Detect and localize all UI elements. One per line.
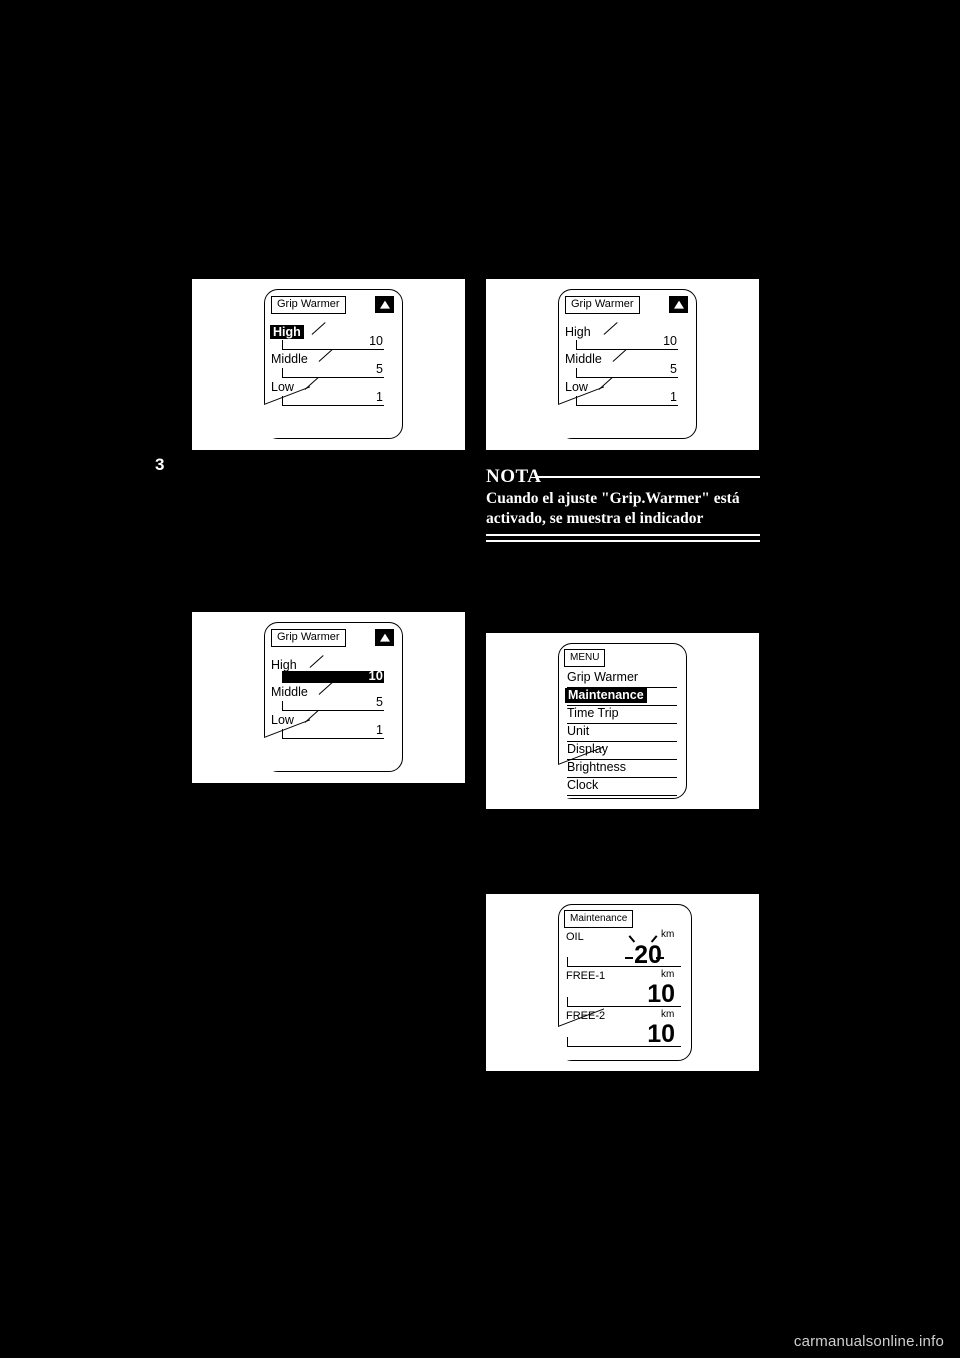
up-triangle-icon <box>669 296 688 313</box>
footer-watermark: carmanualsonline.info <box>793 1333 944 1350</box>
lcd-screen-grip-warmer-bar: Grip Warmer High 10 Middle 5 Low 1 <box>264 622 403 772</box>
row-unit-oil: km <box>661 929 675 940</box>
note-heading-rule <box>536 476 760 478</box>
figure-grip-warmer-plain: Grip Warmer High 10 Middle 5 Low 1 <box>486 279 759 450</box>
menu-item-maintenance[interactable]: Maintenance <box>565 688 647 703</box>
note-bottom-rule-1 <box>486 534 760 536</box>
menu-item-grip-warmer[interactable]: Grip Warmer <box>567 670 638 685</box>
note-heading: NOTA <box>486 466 542 487</box>
row-value-free2: 10 <box>647 1020 675 1048</box>
menu-item-clock[interactable]: Clock <box>567 778 598 793</box>
row-label-middle: Middle <box>271 685 308 699</box>
up-triangle-icon <box>375 629 394 646</box>
up-triangle-icon <box>375 296 394 313</box>
row-value-high: 10 <box>369 334 383 348</box>
chapter-number: 3 <box>155 455 165 474</box>
menu-item-display[interactable]: Display <box>567 742 608 757</box>
row-value-middle: 5 <box>376 695 383 709</box>
row-label-free2: FREE-2 <box>566 1010 606 1022</box>
row-value-middle: 5 <box>670 362 677 376</box>
figure-menu: MENU Grip Warmer Maintenance Time Trip U… <box>486 633 759 809</box>
lcd-screen-grip-warmer-plain: Grip Warmer High 10 Middle 5 Low 1 <box>558 289 697 439</box>
row-value-free1: 10 <box>647 980 675 1008</box>
note-bottom-rule-2 <box>486 540 760 542</box>
row-value-low: 1 <box>376 723 383 737</box>
screen-title-chip: Grip Warmer <box>565 296 640 314</box>
row-label-high: High <box>565 325 591 339</box>
manual-page: 3 Grip Warmer High 10 Middle 5 Low 1 Gri… <box>0 0 960 1358</box>
row-label-low: Low <box>271 380 294 394</box>
row-label-high: High <box>270 325 304 339</box>
row-label-middle: Middle <box>271 352 308 366</box>
figure-grip-warmer-high: Grip Warmer High 10 Middle 5 Low 1 <box>192 279 465 450</box>
row-label-oil: OIL <box>566 931 584 943</box>
row-value-high: 10 <box>368 668 383 683</box>
row-label-low: Low <box>271 713 294 727</box>
row-label-low: Low <box>565 380 588 394</box>
lcd-screen-maintenance: Maintenance OIL km 20 FREE-1 km 10 FREE-… <box>558 904 692 1061</box>
row-unit-free1: km <box>661 969 675 980</box>
row-label-free1: FREE-1 <box>566 970 606 982</box>
row-value-high: 10 <box>663 334 677 348</box>
figure-maintenance: Maintenance OIL km 20 FREE-1 km 10 FREE-… <box>486 894 759 1071</box>
row-value-low: 1 <box>376 390 383 404</box>
row-value-oil: 20 <box>634 941 662 969</box>
screen-title-chip: Maintenance <box>564 910 634 928</box>
lcd-screen-menu: MENU Grip Warmer Maintenance Time Trip U… <box>558 643 687 799</box>
row-value-low: 1 <box>670 390 677 404</box>
row-unit-free2: km <box>661 1009 675 1020</box>
row-label-high: High <box>271 658 297 672</box>
screen-title-chip: Grip Warmer <box>271 629 346 647</box>
screen-title-chip: MENU <box>564 649 606 667</box>
menu-item-unit[interactable]: Unit <box>567 724 589 739</box>
lcd-screen-grip-warmer-high: Grip Warmer High 10 Middle 5 Low 1 <box>264 289 403 439</box>
menu-item-brightness[interactable]: Brightness <box>567 760 626 775</box>
screen-title-chip: Grip Warmer <box>271 296 346 314</box>
row-label-middle: Middle <box>565 352 602 366</box>
row-value-middle: 5 <box>376 362 383 376</box>
figure-grip-warmer-bar: Grip Warmer High 10 Middle 5 Low 1 <box>192 612 465 783</box>
note-body: Cuando el ajuste "Grip.Warmer" está acti… <box>486 490 740 531</box>
menu-item-time-trip[interactable]: Time Trip <box>567 706 619 721</box>
